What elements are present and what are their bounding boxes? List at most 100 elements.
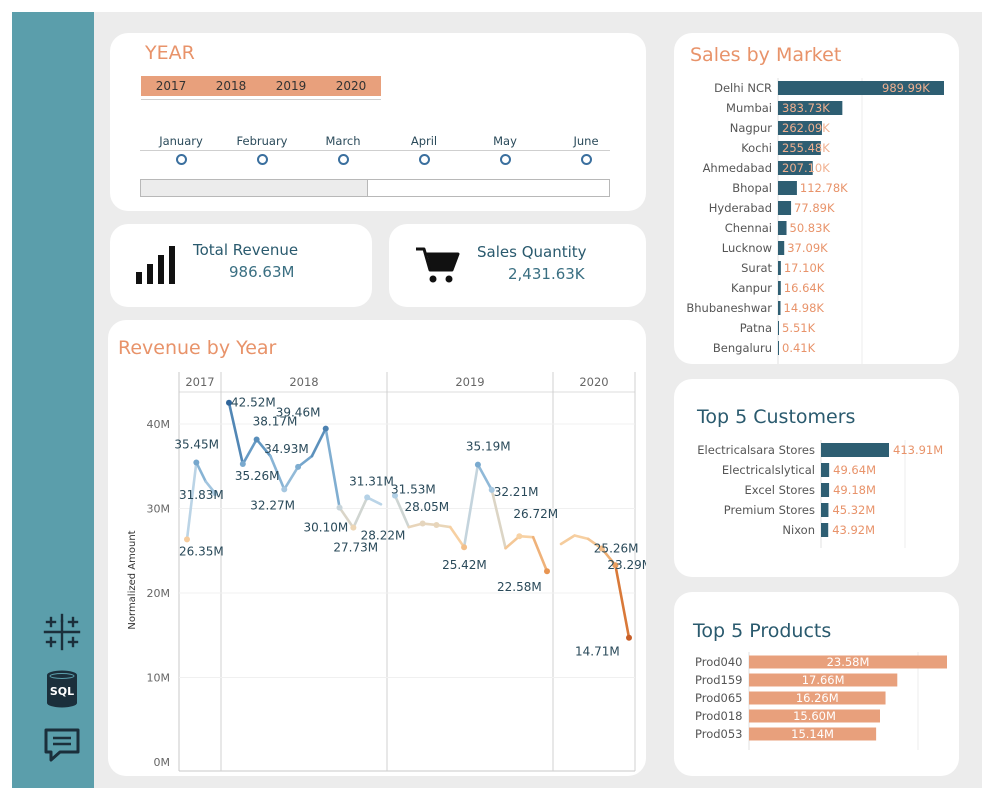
month-radio[interactable] [257, 154, 268, 165]
bar-value-label: 43.92M [832, 523, 875, 537]
month-radio[interactable] [338, 154, 349, 165]
bar[interactable] [778, 341, 779, 355]
bar[interactable] [778, 301, 781, 315]
tableau-icon[interactable] [42, 612, 82, 652]
year-option-2019[interactable]: 2019 [261, 76, 321, 96]
slider-range-fill[interactable] [141, 180, 368, 196]
data-label: 35.45M [174, 437, 219, 451]
month-label[interactable]: January [141, 134, 221, 148]
data-label: 26.35M [179, 544, 224, 558]
year-option-2017[interactable]: 2017 [141, 76, 201, 96]
bar-signal-icon [135, 246, 177, 288]
year-filter-title: YEAR [145, 42, 195, 64]
bar-value-label: 45.32M [832, 503, 875, 517]
data-point[interactable] [336, 504, 343, 511]
data-point[interactable] [461, 544, 468, 551]
data-point[interactable] [433, 521, 440, 528]
bar-value-label: 37.09K [787, 241, 828, 255]
data-point[interactable] [364, 494, 371, 501]
data-label: 25.42M [442, 558, 487, 572]
data-point[interactable] [193, 459, 200, 466]
bar-value-label: 77.89K [794, 201, 835, 215]
data-label: 14.71M [575, 645, 620, 659]
month-label[interactable]: March [303, 134, 383, 148]
data-label: 31.83M [179, 488, 224, 502]
revenue-line-segment [448, 525, 466, 549]
year-option-2020[interactable]: 2020 [321, 76, 381, 96]
bar[interactable] [821, 483, 830, 497]
revenue-line-segment [573, 534, 590, 541]
data-point[interactable] [295, 463, 302, 470]
bar-category-label: Electricalslytical [722, 463, 815, 477]
bar[interactable] [778, 221, 787, 235]
sales-by-market-chart: Delhi NCR 989.99K Mumbai 383.73K Nagpur 262.0… [686, 78, 944, 364]
bar[interactable] [778, 241, 785, 255]
revenue-line-segment [227, 401, 245, 466]
bar[interactable] [821, 463, 830, 477]
bar-category-label: Bengaluru [713, 341, 772, 355]
bar-value-label: 49.64M [833, 463, 876, 477]
data-point[interactable] [350, 524, 357, 531]
data-point[interactable] [253, 436, 260, 443]
data-point[interactable] [544, 568, 550, 575]
y-tick-label: 0M [154, 756, 171, 769]
y-tick-label: 30M [147, 503, 171, 516]
month-label[interactable]: April [384, 134, 464, 148]
month-label[interactable]: February [222, 134, 302, 148]
bar-category-label: Prod040 [695, 655, 743, 669]
bar-value-label: 16.26M [796, 691, 839, 705]
bar[interactable] [821, 443, 889, 457]
bar-category-label: Prod159 [695, 673, 743, 687]
month-radio[interactable] [581, 154, 592, 165]
month-divider [140, 150, 610, 151]
month-radio[interactable] [419, 154, 430, 165]
bar-value-label: 50.83K [790, 221, 831, 235]
data-point[interactable] [419, 520, 426, 527]
filter-card: YEAR 2017 2018 2019 2020 January February Mar… [110, 33, 646, 211]
year-option-2018[interactable]: 2018 [201, 76, 261, 96]
data-point[interactable] [184, 536, 190, 543]
data-point[interactable] [516, 533, 523, 540]
bar-category-label: Patna [740, 321, 772, 335]
bar[interactable] [778, 261, 781, 275]
bar-category-label: Nagpur [730, 121, 773, 135]
data-point[interactable] [322, 425, 329, 432]
data-point[interactable] [626, 634, 632, 641]
bar-value-label: 262.09K [782, 121, 830, 135]
data-point[interactable] [239, 461, 246, 468]
data-label: 25.26M [594, 542, 639, 556]
total-revenue-card: Total Revenue 986.63M [110, 224, 372, 307]
month-label[interactable]: June [546, 134, 626, 148]
revenue-line-segment [614, 563, 631, 640]
data-label: 35.19M [466, 440, 511, 454]
bar[interactable] [821, 523, 829, 537]
bar-category-label: Electricalsara Stores [697, 443, 815, 457]
month-radio[interactable] [176, 154, 187, 165]
bar[interactable] [821, 503, 829, 517]
data-label: 22.58M [497, 580, 542, 594]
data-label: 31.53M [391, 483, 436, 497]
month-radio[interactable] [500, 154, 511, 165]
bar[interactable] [778, 181, 797, 195]
sales-by-market-card: Sales by Market Delhi NCR 989.99K Mumbai 38… [674, 33, 959, 364]
data-label: 42.52M [231, 396, 276, 410]
y-axis-title: Normalized Amount [127, 530, 138, 629]
bar[interactable] [778, 281, 781, 295]
bar-value-label: 112.78K [800, 181, 848, 195]
data-label: 31.31M [349, 474, 394, 488]
sales-quantity-label: Sales Quantity [477, 243, 587, 261]
bar-value-label: 16.64K [784, 281, 825, 295]
sql-database-icon[interactable]: SQL [42, 668, 82, 708]
top-customers-chart: Electricalsara Stores 413.91M Electricalsl… [697, 440, 943, 548]
bar[interactable] [778, 201, 792, 215]
data-point[interactable] [281, 486, 288, 493]
bar[interactable] [778, 321, 779, 335]
bar-value-label: 5.51K [782, 321, 816, 335]
bar-value-label: 413.91M [893, 443, 943, 457]
month-label[interactable]: May [465, 134, 545, 148]
top-products-card: Top 5 Products Prod040 23.58M Prod159 17.66… [674, 592, 959, 776]
data-point[interactable] [474, 461, 481, 468]
revenue-line-segment [352, 496, 369, 529]
chat-icon[interactable] [42, 726, 82, 766]
month-range-slider[interactable] [140, 179, 610, 197]
